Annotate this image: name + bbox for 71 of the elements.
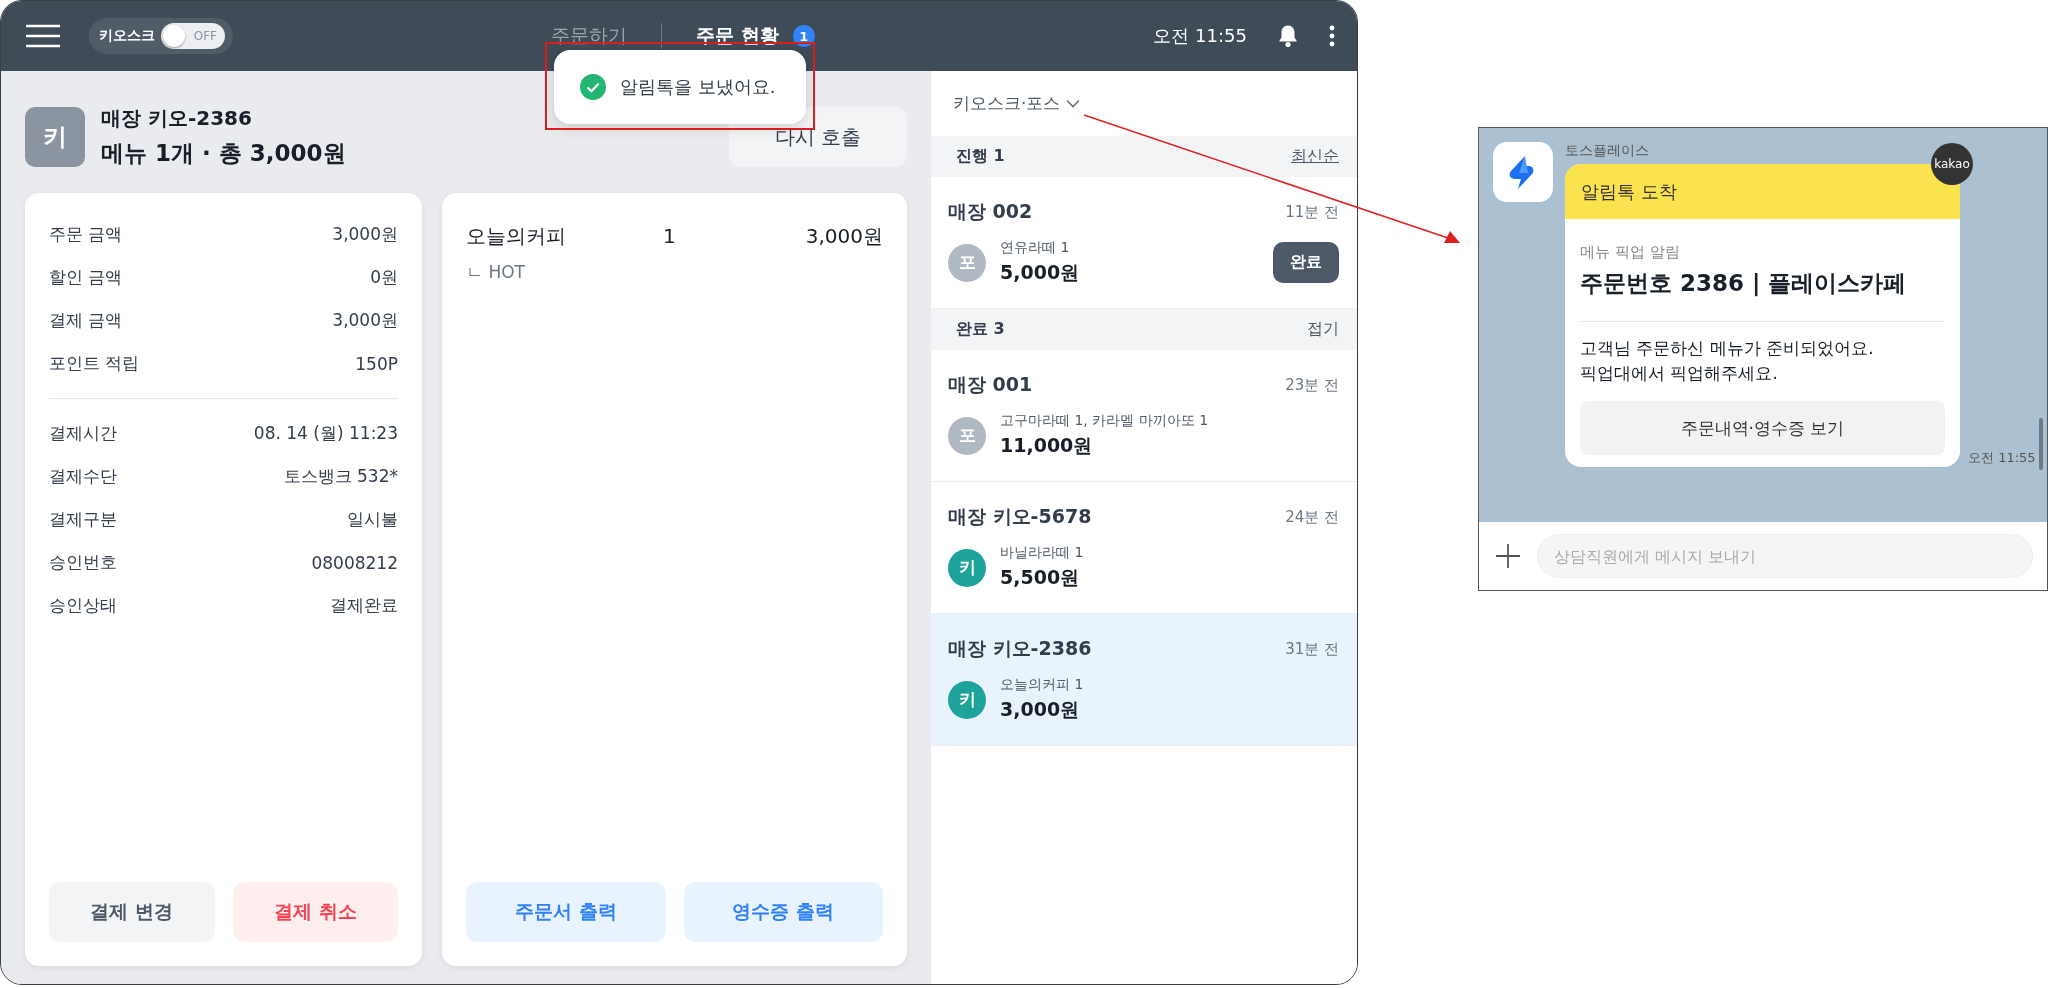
field-label: 승인상태: [49, 594, 117, 617]
channel-avatar: 포: [948, 243, 986, 282]
field-label: 결제수단: [49, 465, 117, 488]
section-title: 진행 1: [956, 146, 1005, 167]
menu-button[interactable]: [25, 24, 61, 48]
scrollbar[interactable]: [2039, 418, 2043, 470]
order-items: 연유라떼 1: [1000, 239, 1071, 257]
clock-time: 오전 11:55: [1153, 24, 1247, 48]
elapsed-time: 24분 전: [1285, 507, 1339, 527]
message-subtitle: 메뉴 픽업 알림: [1580, 243, 1681, 262]
order-items: 고구마라떼 1, 카라멜 마끼아또 1: [1000, 412, 1210, 430]
field-value: 일시불: [347, 508, 398, 531]
order-item[interactable]: 매장 키오-2386 31분 전 키 오늘의커피 1 3,000원: [931, 614, 1357, 746]
message-text: 고객님 주문하신 메뉴가 준비되었어요. 픽업대에서 픽업해주세요.: [1580, 337, 1875, 385]
field-value: 결제완료: [330, 594, 398, 617]
count-badge: 1: [792, 25, 815, 47]
item-price: 3,000원: [804, 222, 883, 250]
order-total: 3,000원: [1000, 697, 1081, 722]
message-title: 주문번호 2386 | 플레이스카페: [1580, 269, 1908, 299]
collapse-button[interactable]: 접기: [1307, 319, 1339, 340]
field-value: 150P: [355, 353, 398, 374]
add-button[interactable]: [1495, 543, 1521, 569]
field-label: 주문 금액: [49, 223, 123, 246]
sender-name: 토스플레이스: [1565, 142, 1650, 160]
order-summary: 메뉴 1개 · 총 3,000원: [101, 139, 347, 168]
order-items: 오늘의커피 1: [1000, 676, 1085, 694]
message-input[interactable]: 상담직원에게 메시지 보내기: [1537, 534, 2033, 578]
field-label: 포인트 적립: [49, 352, 140, 375]
store-name: 매장 키오-2386: [948, 636, 1092, 661]
store-name: 매장 001: [948, 372, 1033, 397]
order-total: 11,000원: [1000, 433, 1094, 458]
field-label: 결제 금액: [49, 309, 123, 332]
toast-text: 알림톡을 보냈어요.: [620, 75, 776, 99]
item-quantity: 1: [663, 224, 677, 248]
field-label: 할인 금액: [49, 266, 123, 289]
action-button[interactable]: 결제 변경: [49, 882, 215, 942]
elapsed-time: 11분 전: [1285, 202, 1339, 222]
sort-link[interactable]: 최신순: [1291, 146, 1339, 167]
field-value: 0원: [370, 266, 398, 289]
more-button[interactable]: [1329, 25, 1335, 47]
kiosk-label: 키오스크: [99, 27, 155, 45]
elapsed-time: 31분 전: [1285, 639, 1339, 659]
elapsed-time: 23분 전: [1285, 375, 1339, 395]
item-option: ㄴ HOT: [466, 261, 883, 284]
field-value: 토스뱅크 532*: [283, 465, 398, 488]
field-label: 결제시간: [49, 422, 117, 445]
chevron-down-icon: [1066, 99, 1081, 108]
order-items: 바닐라라떼 1: [1000, 544, 1085, 562]
channel-avatar: 키: [948, 680, 986, 719]
field-label: 승인번호: [49, 551, 117, 574]
section-title: 완료 3: [956, 319, 1005, 340]
store-name: 매장 키오-5678: [948, 504, 1092, 529]
channel-avatar: 키: [948, 548, 986, 587]
channel-avatar: 포: [948, 416, 986, 455]
kiosk-switch[interactable]: 키오스크 OFF: [89, 18, 233, 54]
complete-button[interactable]: 완료: [1273, 242, 1339, 283]
message-time: 오전 11:55: [1968, 449, 2036, 468]
field-value: 3,000원: [332, 309, 398, 332]
field-label: 결제구분: [49, 508, 117, 531]
field-value: 3,000원: [332, 223, 398, 246]
store-name: 매장 002: [948, 199, 1033, 224]
receipt-button[interactable]: 주문내역·영수증 보기: [1580, 401, 1945, 456]
check-icon: [580, 74, 606, 100]
store-name: 매장 키오-2386: [101, 105, 253, 132]
notification-button[interactable]: [1277, 24, 1299, 48]
field-value: 08008212: [311, 552, 398, 573]
field-value: 08. 14 (월) 11:23: [253, 422, 398, 445]
item-name: 오늘의커피: [466, 222, 567, 250]
order-total: 5,500원: [1000, 565, 1081, 590]
order-total: 5,000원: [1000, 260, 1081, 285]
channel-avatar: 키: [25, 107, 85, 167]
